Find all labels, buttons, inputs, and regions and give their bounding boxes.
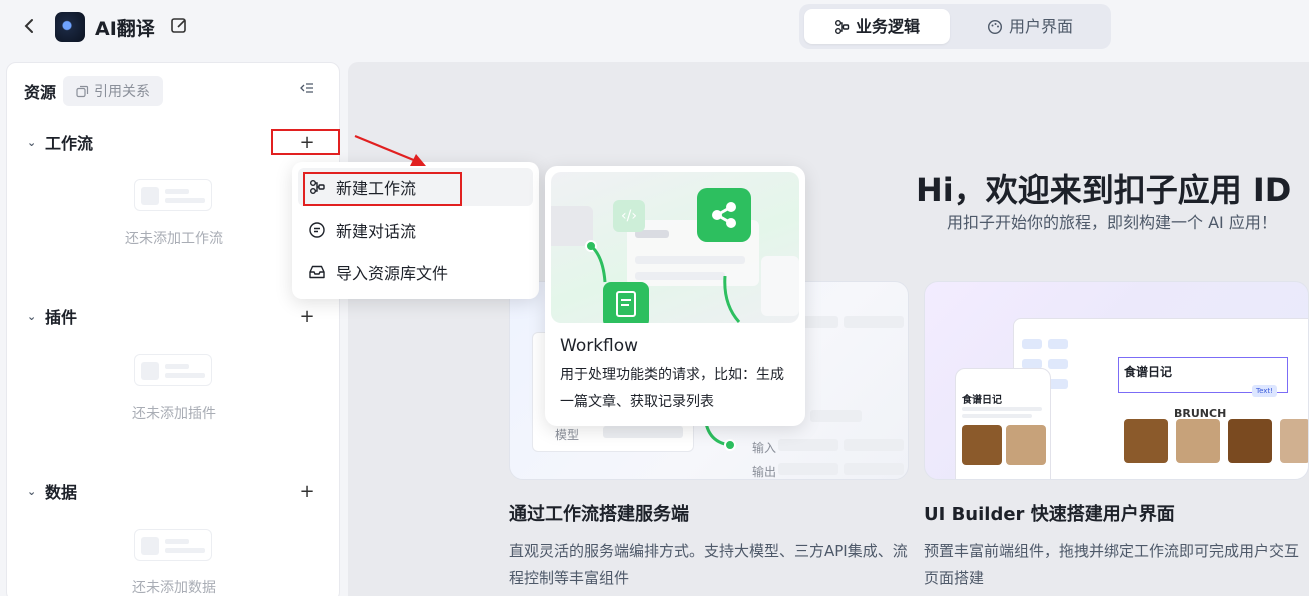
mock-phone-title: 食谱日记 bbox=[962, 395, 1002, 406]
inbox-icon bbox=[309, 265, 325, 279]
tab-user-interface-label: 用户界面 bbox=[1008, 17, 1073, 36]
section-workflow-label: 工作流 bbox=[45, 134, 94, 153]
workflow-node-icon bbox=[697, 188, 751, 242]
code-node-icon bbox=[603, 282, 649, 323]
welcome-heading: Hi，欢迎来到扣子应用 ID bbox=[916, 171, 1292, 209]
chevron-left-icon bbox=[24, 19, 33, 33]
collapse-sidebar-icon[interactable] bbox=[297, 80, 317, 100]
tab-business-logic[interactable]: 业务逻辑 bbox=[804, 9, 950, 44]
chevron-down-icon: ⌄ bbox=[27, 484, 37, 498]
ui-builder-card-title: UI Builder 快速搭建用户界面 bbox=[924, 504, 1175, 525]
section-plugin-label: 插件 bbox=[45, 308, 78, 327]
reference-relation-button[interactable]: 引用关系 bbox=[63, 76, 163, 106]
section-workflow[interactable]: ⌄ 工作流 bbox=[27, 131, 93, 153]
menu-item-new-chatflow[interactable]: 新建对话流 bbox=[298, 211, 533, 249]
section-data[interactable]: ⌄ 数据 bbox=[27, 480, 77, 502]
empty-illustration bbox=[134, 354, 212, 386]
mock-canvas-title: 食谱日记 bbox=[1124, 365, 1173, 379]
add-plugin-button[interactable]: + bbox=[298, 308, 316, 326]
chevron-down-icon: ⌄ bbox=[27, 309, 37, 323]
workflow-tooltip-desc: 用于处理功能类的请求，比如：生成一篇文章、获取记录列表 bbox=[560, 367, 784, 410]
workflow-card-title: 通过工作流搭建服务端 bbox=[509, 504, 689, 525]
workflow-card-desc: 直观灵活的服务端编排方式。支持大模型、三方API集成、流程控制等丰富组件 bbox=[509, 542, 908, 587]
workflow-tooltip-illustration: ‹/› bbox=[551, 172, 799, 323]
annotation-box-new-workflow bbox=[303, 172, 462, 206]
welcome-subtitle: 用扣子开始你的旅程，即刻构建一个 AI 应用！ bbox=[947, 213, 1277, 232]
data-empty-text: 还未添加数据 bbox=[132, 580, 216, 596]
menu-item-import-library-label: 导入资源库文件 bbox=[336, 264, 449, 283]
app-avatar bbox=[55, 12, 85, 42]
mock-label-input: 输入 bbox=[752, 441, 777, 455]
mock-phone: 食谱日记 bbox=[955, 368, 1051, 479]
workflow-empty-text: 还未添加工作流 bbox=[125, 231, 223, 247]
workflow-tooltip-title: Workflow bbox=[560, 336, 639, 356]
copy-icon bbox=[76, 85, 89, 97]
mock-text-chip: Text! bbox=[1252, 385, 1277, 397]
back-button[interactable] bbox=[18, 14, 42, 38]
view-switcher: 业务逻辑 用户界面 bbox=[799, 4, 1111, 49]
edit-icon[interactable] bbox=[169, 16, 189, 36]
workflow-icon bbox=[834, 19, 850, 34]
app-title: AI翻译 bbox=[95, 18, 155, 40]
plugin-empty-text: 还未添加插件 bbox=[132, 406, 216, 422]
chat-icon bbox=[309, 222, 325, 238]
section-data-label: 数据 bbox=[45, 483, 78, 502]
workflow-tooltip: ‹/› Workflow 用于处理功能类的请求，比如：生成一篇文章、获取记录列表 bbox=[545, 166, 805, 426]
mock-canvas: 食谱日记 Text! BRUNCH bbox=[1013, 318, 1308, 479]
empty-illustration bbox=[134, 529, 212, 561]
mock-label-model: 模型 bbox=[555, 428, 580, 442]
ui-builder-card-image[interactable]: 食谱日记 Text! BRUNCH 食谱日记 bbox=[924, 281, 1309, 480]
section-plugin[interactable]: ⌄ 插件 bbox=[27, 305, 77, 327]
annotation-box-add-workflow bbox=[271, 129, 340, 155]
tab-business-logic-label: 业务逻辑 bbox=[855, 17, 920, 36]
add-data-button[interactable]: + bbox=[298, 483, 316, 501]
reference-relation-label: 引用关系 bbox=[94, 84, 150, 100]
chevron-down-icon: ⌄ bbox=[27, 135, 37, 149]
tab-user-interface[interactable]: 用户界面 bbox=[955, 9, 1105, 44]
top-bar: AI翻译 业务逻辑 用户界面 bbox=[0, 0, 1309, 56]
sidebar-title: 资源 bbox=[24, 83, 57, 102]
palette-icon bbox=[987, 19, 1002, 34]
menu-item-import-library[interactable]: 导入资源库文件 bbox=[298, 253, 533, 291]
mock-label-output: 输出 bbox=[752, 465, 777, 479]
annotation-arrow bbox=[354, 134, 426, 166]
menu-item-new-chatflow-label: 新建对话流 bbox=[336, 222, 417, 241]
ui-builder-card-desc: 预置丰富前端组件，拖拽并绑定工作流即可完成用户交互页面搭建 bbox=[924, 542, 1300, 587]
empty-illustration bbox=[134, 179, 212, 211]
